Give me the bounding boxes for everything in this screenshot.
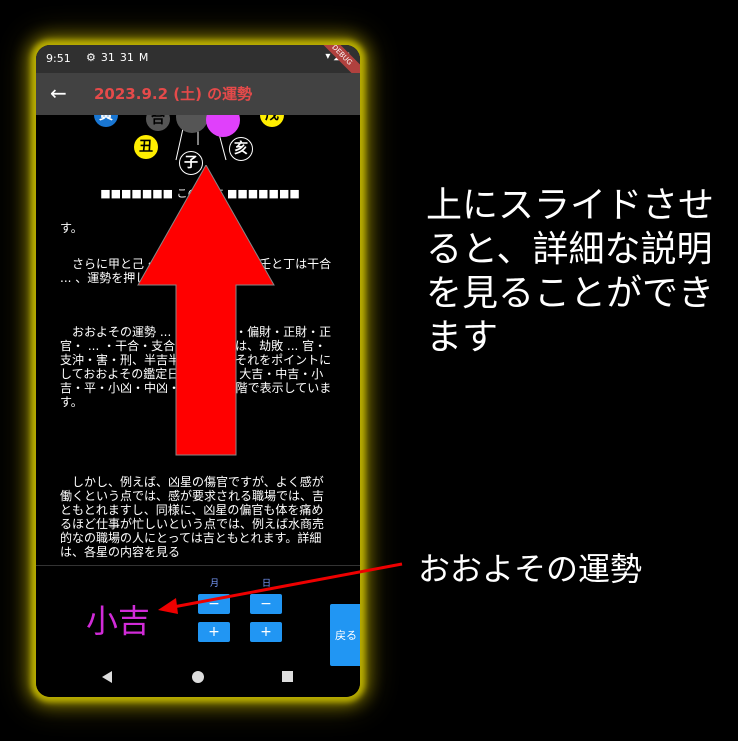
fortune-annotation: おおよその運勢 xyxy=(418,550,643,588)
detail-content[interactable]: 寅 合 戌 丑 子 亥 ■■■■■■■ この... 方 ■■■■■■■ す。 さ… xyxy=(36,115,360,565)
nav-back-icon[interactable] xyxy=(102,671,112,683)
status-icons: ⚙ 31 31 M xyxy=(86,51,148,64)
nav-recent-icon[interactable] xyxy=(282,671,293,682)
calendar-icon: 31 xyxy=(119,51,134,64)
app-bar: ← 2023.9.2 (土) の運勢 xyxy=(36,73,360,115)
back-button[interactable]: 戻る xyxy=(330,604,360,666)
phone-screen: 9:51 ⚙ 31 31 M ▾ ◢ ▮ DEBUG ← 2023.9.2 (土… xyxy=(36,45,360,697)
day-plus-button[interactable]: + xyxy=(250,622,282,642)
month-label: 月 xyxy=(210,579,220,589)
month-plus-button[interactable]: + xyxy=(198,622,230,642)
calendar-icon: 31 xyxy=(100,51,115,64)
gear-icon: ⚙ xyxy=(86,51,96,64)
swipe-instruction: 上にスライドさせると、詳細な説明を見ることができます xyxy=(426,185,715,358)
page-title: 2023.9.2 (土) の運勢 xyxy=(94,85,253,103)
android-nav-bar xyxy=(36,665,360,697)
fortune-result: 小吉 xyxy=(86,602,151,640)
back-button-label: 戻る xyxy=(335,629,357,642)
month-minus-button[interactable]: − xyxy=(198,594,230,614)
kanshi-ushi: 丑 xyxy=(134,135,158,159)
paragraph: しかし、例えば、凶星の傷官ですが、よく感が働くという点では、感が要求される職場で… xyxy=(60,475,325,559)
kanshi-i: 亥 xyxy=(229,137,253,161)
day-label: 日 xyxy=(262,579,272,589)
nav-home-icon[interactable] xyxy=(192,671,204,683)
back-arrow-icon[interactable]: ← xyxy=(50,81,67,105)
swipe-up-arrow xyxy=(137,165,275,456)
day-minus-button[interactable]: − xyxy=(250,594,282,614)
status-time: 9:51 xyxy=(46,52,71,65)
status-bar: 9:51 ⚙ 31 31 M ▾ ◢ ▮ DEBUG xyxy=(36,45,360,88)
mail-icon: M xyxy=(138,51,149,64)
